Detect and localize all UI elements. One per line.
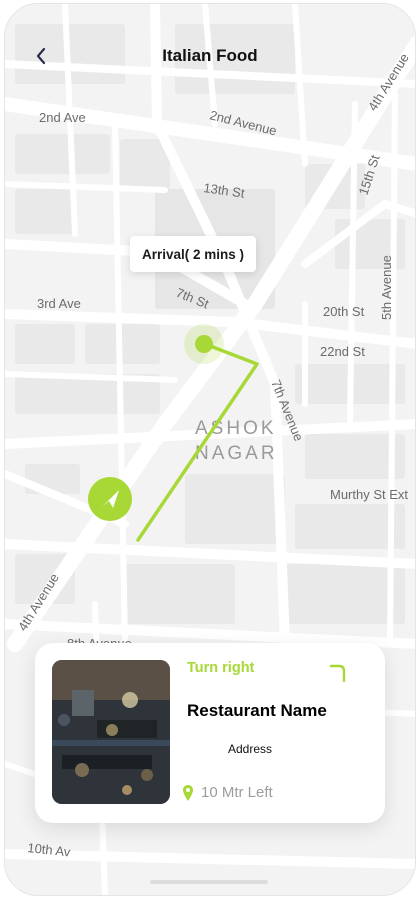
distance-text: 10 Mtr Left	[201, 784, 273, 801]
svg-text:NAGAR: NAGAR	[195, 443, 278, 464]
top-bar: Italian Food	[5, 34, 415, 78]
restaurant-card[interactable]: Turn right Restaurant Name Address 10 Mt…	[35, 643, 385, 823]
home-indicator[interactable]	[150, 880, 268, 884]
navigation-arrow-icon[interactable]	[88, 477, 132, 521]
page-title: Italian Food	[162, 46, 258, 65]
location-pin-icon	[183, 784, 193, 801]
street-label: 5th Avenue	[379, 255, 394, 320]
restaurant-name: Restaurant Name	[187, 701, 327, 720]
street-label: 2nd Ave	[39, 110, 86, 125]
street-label: 3rd Ave	[37, 296, 81, 311]
turn-right-icon[interactable]	[327, 661, 349, 685]
street-label: 20th St	[323, 304, 365, 319]
street-label: 22nd St	[320, 344, 365, 359]
phone-frame: 2nd Ave 2nd Avenue 13th St 3rd Ave 7th S…	[4, 3, 416, 896]
destination-marker[interactable]	[195, 335, 213, 353]
street-label: Murthy St Ext	[330, 487, 408, 502]
restaurant-image	[52, 660, 170, 804]
arrival-tooltip: Arrival( 2 mins )	[130, 236, 257, 272]
restaurant-address: Address	[227, 742, 273, 756]
distance-remaining: 10 Mtr Left	[183, 784, 273, 801]
turn-instruction: Turn right	[187, 660, 255, 676]
